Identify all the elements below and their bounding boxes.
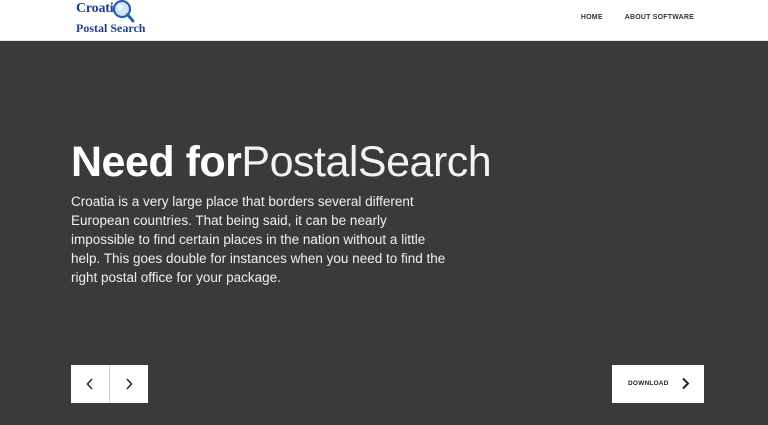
main-nav: HOME ABOUT SOFTWARE: [581, 14, 694, 21]
download-button[interactable]: DOWNLOAD: [612, 365, 704, 403]
slider-controls: [71, 365, 148, 403]
logo-line2: Postal Search: [76, 21, 146, 35]
hero-title: Need forPostalSearch: [71, 138, 492, 186]
nav-home-link[interactable]: HOME: [581, 14, 603, 21]
hero-title-bold: Need for: [71, 138, 242, 186]
hero-section: Need forPostalSearch Croatia is a very l…: [0, 41, 768, 425]
chevron-left-icon: [86, 378, 93, 390]
top-navbar: Croatia Postal Search HOME ABOUT SOFTWAR…: [0, 0, 768, 41]
magnifying-glass-icon: [112, 0, 135, 23]
hero-title-light: PostalSearch: [241, 138, 492, 186]
download-label: DOWNLOAD: [628, 380, 669, 387]
site-logo[interactable]: Croatia Postal Search: [76, 0, 145, 37]
nav-about-software-link[interactable]: ABOUT SOFTWARE: [625, 14, 694, 21]
hero-description: Croatia is a very large place that borde…: [71, 194, 446, 285]
chevron-right-icon: [126, 378, 133, 390]
chevron-right-icon: [682, 377, 690, 390]
slider-next-button[interactable]: [109, 365, 148, 403]
slider-prev-button[interactable]: [71, 365, 109, 403]
